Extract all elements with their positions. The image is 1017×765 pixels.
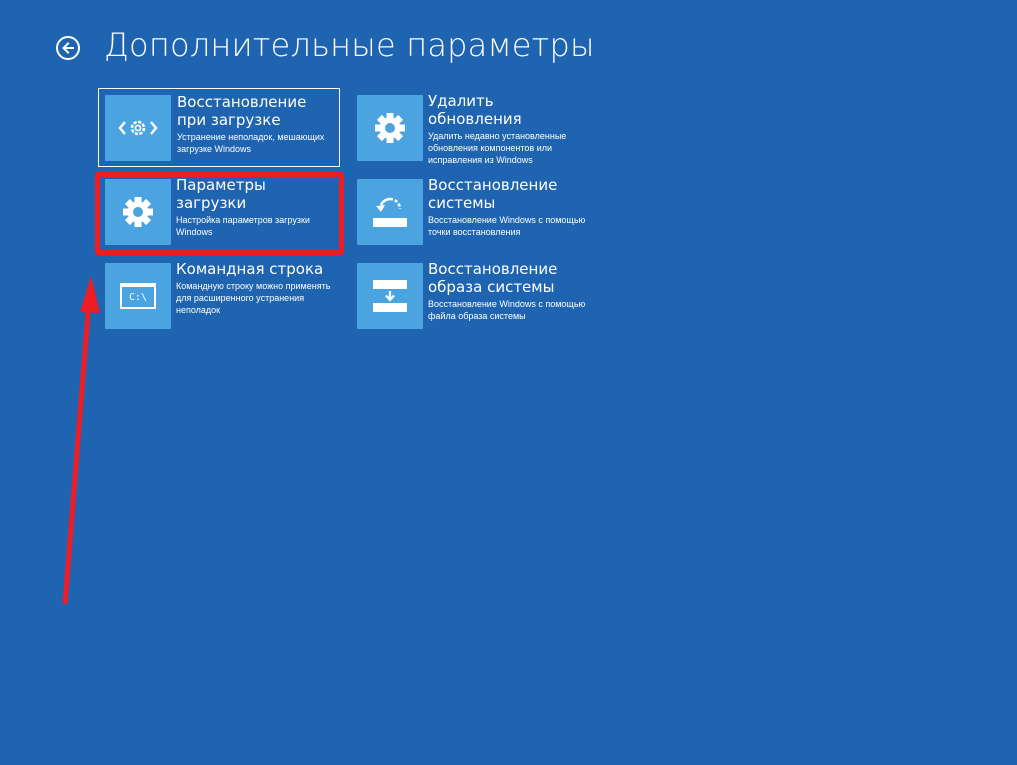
tile-title: Восстановление при загрузке — [177, 93, 307, 129]
tile-title: Командная строка — [176, 260, 324, 278]
tile-description: Восстановление Windows с помощью файла о… — [428, 299, 586, 321]
system-restore-icon — [357, 179, 423, 245]
tile-title: Удалить обновления — [428, 92, 522, 128]
tile-description: Настройка параметров загрузки Windows — [176, 215, 310, 237]
tile-system-image-recovery[interactable]: Восстановление образа системы Восстановл… — [350, 256, 590, 334]
tile-system-restore[interactable]: Восстановление системы Восстановление Wi… — [350, 172, 590, 250]
back-arrow-icon — [62, 42, 74, 54]
tile-startup-settings[interactable]: Параметры загрузки Настройка параметров … — [98, 172, 338, 250]
command-prompt-icon: C:\ — [105, 263, 171, 329]
gear-icon — [105, 179, 171, 245]
tile-title: Параметры загрузки — [176, 176, 266, 212]
tile-description: Командную строку можно применять для рас… — [176, 281, 331, 315]
system-image-icon — [357, 263, 423, 329]
tile-title: Восстановление образа системы — [428, 260, 558, 296]
prompt-text: C:\ — [128, 291, 148, 303]
gear-icon — [357, 95, 423, 161]
startup-repair-icon — [105, 95, 171, 161]
tile-startup-repair[interactable]: Восстановление при загрузке Устранение н… — [98, 88, 340, 167]
tile-description: Устранение неполадок, мешающих загрузке … — [177, 132, 325, 154]
tile-description: Восстановление Windows с помощью точки в… — [428, 215, 586, 237]
tile-title: Восстановление системы — [428, 176, 558, 212]
back-button[interactable] — [56, 36, 80, 60]
tile-description: Удалить недавно установленные обновления… — [428, 131, 567, 165]
tile-command-prompt[interactable]: C:\ Командная строка Командную строку мо… — [98, 256, 338, 334]
page-title: Дополнительные параметры — [104, 26, 595, 64]
tile-uninstall-updates[interactable]: Удалить обновления Удалить недавно устан… — [350, 88, 590, 166]
